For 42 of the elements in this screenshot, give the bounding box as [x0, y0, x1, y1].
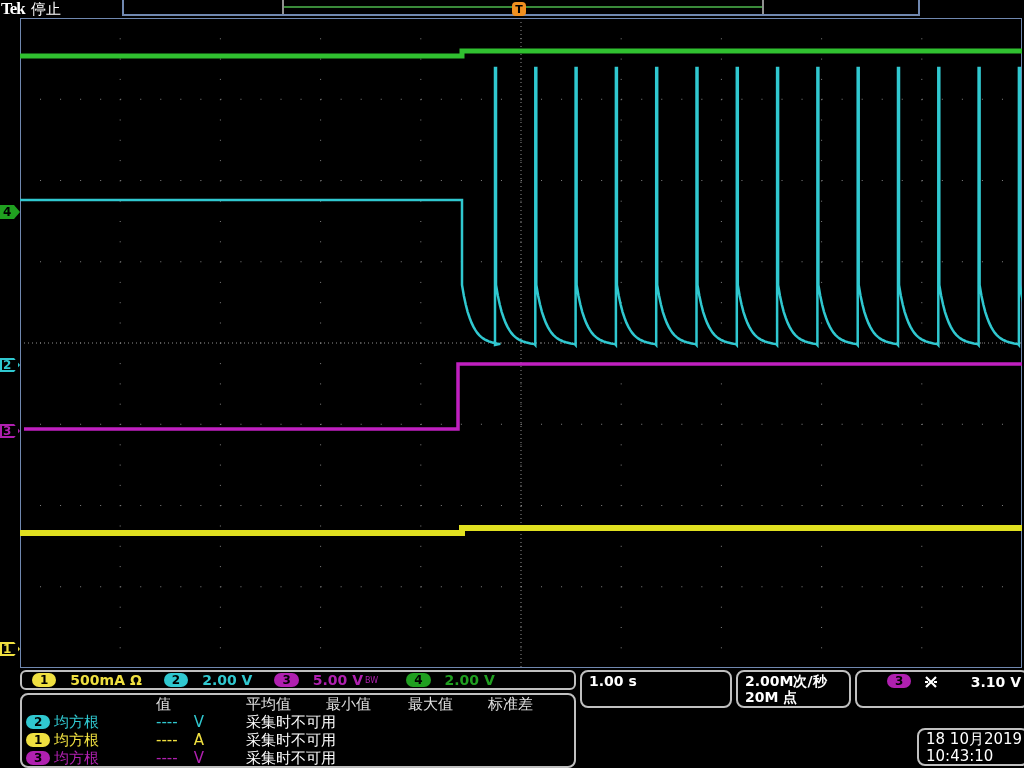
measurement-value: ---- — [156, 749, 178, 767]
channel-badge[interactable]: 3 — [274, 673, 299, 687]
acquisition-state: 停止 — [30, 0, 61, 19]
channel-badge: 2 — [26, 715, 51, 729]
bandwidth-limit-mark: BW — [365, 675, 379, 685]
channel-badge: 3 — [26, 751, 51, 765]
measurement-status: 采集时不可用 — [246, 712, 337, 732]
measurement-type: 均方根 — [54, 712, 100, 732]
date-time-readout: 18 10月2019 10:43:10 — [917, 728, 1024, 766]
measurement-unit: V — [193, 713, 204, 731]
vertical-scale: 2.00 V — [444, 672, 495, 688]
trigger-channel-badge: 3 — [887, 674, 912, 688]
channel-offset-marker[interactable]: 2 — [0, 358, 20, 372]
measurement-value: ---- — [156, 731, 178, 749]
either-edge-icon — [925, 676, 938, 688]
column-header: 平均值 — [246, 694, 292, 714]
timebase-readout[interactable]: 1.00 s — [580, 670, 732, 708]
acquisition-readout[interactable]: 2.00M次/秒 20M 点 — [736, 670, 851, 708]
column-header: 最小值 — [326, 694, 372, 714]
column-header: 值 — [156, 694, 172, 714]
measurement-status: 采集时不可用 — [246, 730, 337, 750]
channel-offset-marker[interactable]: 1 — [0, 642, 20, 656]
channel-badge: 1 — [26, 733, 51, 747]
channel-offset-marker[interactable]: 3 — [0, 424, 20, 438]
vertical-scale: 500mA Ω — [70, 672, 142, 688]
measurement-value: ---- — [156, 713, 178, 731]
vertical-scale: 2.00 V — [202, 672, 253, 688]
measurement-status: 采集时不可用 — [246, 748, 337, 768]
column-header: 标准差 — [488, 694, 534, 714]
column-header: 最大值 — [408, 694, 454, 714]
measurement-type: 均方根 — [54, 730, 100, 750]
measurement-unit: V — [193, 749, 204, 767]
channel-badge[interactable]: 4 — [406, 673, 431, 687]
brand-label: Tek — [1, 0, 25, 19]
measurement-type: 均方根 — [54, 748, 100, 768]
channel-badge[interactable]: 2 — [163, 673, 189, 687]
trigger-readout[interactable]: 3 3.10 V — [855, 670, 1024, 708]
channel-offset-marker[interactable]: 4 — [0, 205, 20, 219]
trigger-position-marker[interactable]: T — [512, 2, 526, 16]
measurement-unit: A — [193, 731, 204, 749]
vertical-scale: 5.00 V — [312, 672, 364, 688]
channel-badge[interactable]: 1 — [32, 673, 57, 687]
